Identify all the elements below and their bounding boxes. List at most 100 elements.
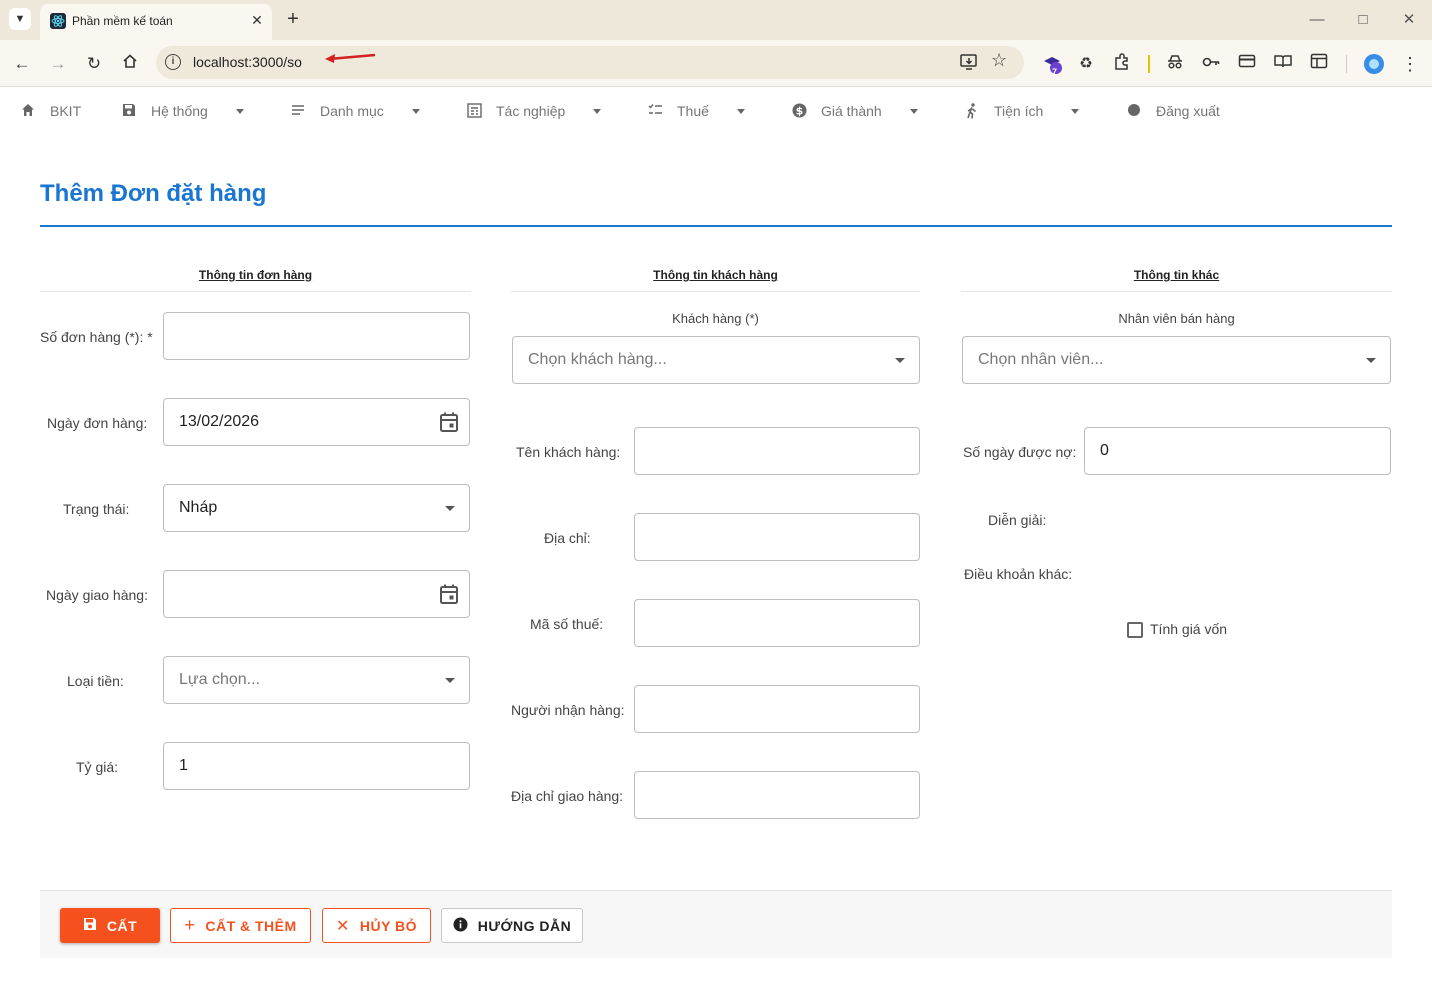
- save-and-add-button[interactable]: + CẤT & THÊM: [170, 908, 311, 943]
- nav-label: Danh mục: [320, 103, 384, 119]
- salesperson-select[interactable]: Chọn nhân viên...: [962, 336, 1391, 384]
- currency-label: Loại tiền:: [67, 673, 124, 689]
- nav-item-bkit[interactable]: BKIT: [20, 100, 81, 122]
- nav-item-tien-ich[interactable]: Tiện ích: [964, 100, 1080, 122]
- section-divider: [961, 291, 1392, 292]
- extension-badge: 7: [1052, 67, 1058, 77]
- chevron-down-icon: [909, 108, 918, 114]
- calendar-icon[interactable]: [439, 411, 459, 433]
- customer-select[interactable]: Chọn khách hàng...: [512, 336, 920, 384]
- reload-icon[interactable]: ↻: [83, 53, 105, 75]
- nav-item-gia-thanh[interactable]: $ Giá thành: [791, 100, 918, 122]
- delivery-date-input[interactable]: [163, 570, 470, 618]
- app-nav-bar: BKIT Hệ thống Danh mục Tác nghiệp Thuế $…: [0, 88, 1432, 132]
- side-panel-icon[interactable]: [1308, 53, 1330, 75]
- window-close-icon[interactable]: ✕: [1394, 10, 1424, 30]
- help-label: HƯỚNG DẪN: [477, 917, 572, 934]
- order-no-input[interactable]: [163, 312, 470, 360]
- bookmark-star-icon[interactable]: ☆: [991, 50, 1007, 71]
- dollar-icon: $: [791, 103, 807, 119]
- nav-label: Tiện ích: [994, 103, 1044, 119]
- currency-select[interactable]: Lựa chọn...: [163, 656, 470, 704]
- react-favicon-icon: [50, 13, 66, 29]
- chevron-down-icon: [235, 108, 244, 114]
- receiver-input[interactable]: [634, 685, 920, 733]
- tab-close-icon[interactable]: ✕: [248, 11, 266, 29]
- cost-price-checkbox[interactable]: [1127, 622, 1143, 638]
- maximize-icon[interactable]: □: [1348, 10, 1378, 30]
- nav-label: Hệ thống: [151, 103, 208, 119]
- nav-label: BKIT: [50, 103, 82, 119]
- chevron-down-icon: [1071, 108, 1080, 114]
- extensions-puzzle-icon[interactable]: [1111, 53, 1133, 75]
- circle-icon: [1126, 103, 1142, 119]
- section-title-other: Thông tin khác: [1133, 268, 1220, 282]
- back-icon[interactable]: ←: [11, 53, 33, 75]
- save-button[interactable]: CẤT: [60, 908, 160, 943]
- calendar-icon[interactable]: [439, 583, 459, 605]
- customer-label: Khách hàng (*): [672, 311, 759, 326]
- svg-text:$: $: [795, 105, 803, 118]
- status-select[interactable]: Nháp: [163, 484, 470, 532]
- nav-label: Giá thành: [821, 103, 882, 119]
- nav-label: Thuế: [677, 103, 709, 119]
- salesperson-placeholder: Chọn nhân viên...: [978, 351, 1104, 368]
- title-divider: [40, 225, 1392, 227]
- order-date-value: 13/02/2026: [179, 413, 260, 430]
- order-date-input[interactable]: 13/02/2026: [163, 398, 470, 446]
- new-tab-icon[interactable]: +: [283, 8, 303, 30]
- nav-item-he-thong[interactable]: Hệ thống: [121, 100, 244, 122]
- dropdown-arrow-icon: [445, 506, 455, 511]
- salesperson-label: Nhân viên bán hàng: [1118, 311, 1235, 326]
- order-date-label: Ngày đơn hàng:: [47, 415, 148, 431]
- key-icon[interactable]: [1200, 53, 1222, 75]
- profile-avatar-icon[interactable]: [1363, 53, 1385, 75]
- nav-item-dang-xuat[interactable]: Đăng xuất: [1126, 100, 1220, 122]
- cancel-button[interactable]: ✕ HỦY BỎ: [322, 908, 431, 943]
- address-bar[interactable]: i localhost:3000/so ☆: [156, 46, 1024, 79]
- browser-menu-icon[interactable]: ⋮: [1399, 53, 1421, 75]
- list-icon: [290, 103, 306, 119]
- dropdown-arrow-icon: [1366, 358, 1376, 363]
- nav-item-thue[interactable]: Thuế: [647, 100, 745, 122]
- chevron-down-icon: [593, 108, 602, 114]
- recycle-icon[interactable]: ♻: [1075, 53, 1097, 75]
- cost-price-label: Tính giá vốn: [1150, 621, 1228, 637]
- red-arrow-annotation: [323, 50, 379, 69]
- nav-item-danh-muc[interactable]: Danh mục: [290, 100, 420, 122]
- help-button[interactable]: HƯỚNG DẪN: [441, 908, 583, 943]
- reading-list-icon[interactable]: [1272, 53, 1294, 75]
- home-icon[interactable]: [119, 53, 141, 75]
- install-app-icon[interactable]: [959, 52, 979, 72]
- home-icon: [20, 103, 36, 119]
- delivery-address-input[interactable]: [634, 771, 920, 819]
- address-input[interactable]: [634, 513, 920, 561]
- rate-input[interactable]: 1: [163, 742, 470, 790]
- incognito-icon[interactable]: [1164, 53, 1186, 75]
- tab-title: Phần mềm kế toán: [72, 14, 173, 28]
- tab-search-icon[interactable]: ▼: [9, 8, 31, 30]
- chevron-down-icon: [411, 108, 420, 114]
- tax-code-input[interactable]: [634, 599, 920, 647]
- browser-tab[interactable]: Phần mềm kế toán ✕: [40, 4, 272, 40]
- nav-item-tac-nghiep[interactable]: Tác nghiệp: [466, 100, 602, 122]
- section-title-order: Thông tin đơn hàng: [198, 268, 313, 282]
- extension-shield-icon[interactable]: 7: [1041, 53, 1063, 77]
- forward-icon[interactable]: →: [47, 53, 69, 75]
- rate-value: 1: [179, 757, 188, 774]
- customer-placeholder: Chọn khách hàng...: [528, 351, 667, 368]
- section-divider: [511, 291, 920, 292]
- customer-name-input[interactable]: [634, 427, 920, 475]
- site-info-icon[interactable]: i: [165, 54, 181, 70]
- save-button-label: CẤT: [106, 917, 138, 934]
- minimize-icon[interactable]: —: [1302, 10, 1332, 30]
- credit-days-value: 0: [1100, 442, 1109, 459]
- credit-days-input[interactable]: 0: [1084, 427, 1391, 475]
- toolbar-divider-2: [1346, 55, 1347, 73]
- nav-label: Đăng xuất: [1156, 103, 1220, 119]
- status-value: Nháp: [179, 499, 218, 516]
- order-no-label: Số đơn hàng (*): *: [40, 329, 153, 345]
- description-label: Diễn giải:: [988, 512, 1047, 528]
- dropdown-arrow-icon: [445, 678, 455, 683]
- card-icon[interactable]: [1236, 53, 1258, 75]
